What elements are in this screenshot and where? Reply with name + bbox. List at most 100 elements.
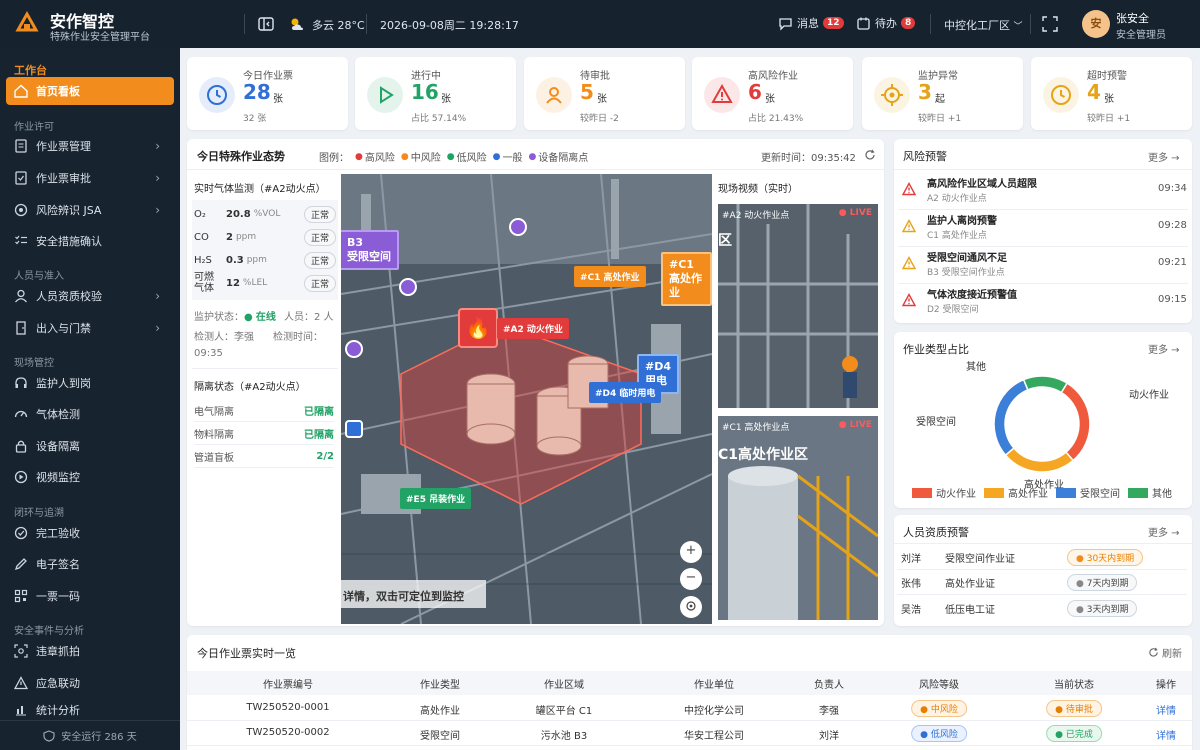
- sidebar-item-jsa[interactable]: 风险辨识 JSA ›: [14, 196, 166, 224]
- sidebar-item-access[interactable]: 出入与门禁 ›: [14, 314, 166, 342]
- sidebar-item-acceptance[interactable]: 完工验收: [14, 519, 166, 547]
- divider: [898, 209, 1188, 210]
- map-tag-d4[interactable]: #D4 临时用电: [589, 382, 662, 403]
- alert-title[interactable]: 受限空间通风不足: [927, 249, 1007, 264]
- divider: [192, 368, 338, 369]
- sidebar-item-signature[interactable]: 电子签名: [14, 550, 166, 578]
- chevron-right-icon: ›: [155, 289, 160, 303]
- messages-label: 消息: [797, 17, 819, 30]
- stat-card[interactable]: 超时预警 4 张较昨日 +1: [1031, 57, 1192, 130]
- uptime-text: 安全运行 286 天: [61, 732, 137, 743]
- message-icon: [779, 17, 792, 31]
- alert-title[interactable]: 高风险作业区域人员超限: [927, 175, 1037, 190]
- sidebar-item-home[interactable]: 首页看板: [6, 77, 174, 105]
- play-icon: [367, 77, 403, 113]
- table-cell: 刘洋: [819, 731, 839, 742]
- general-point-marker[interactable]: [345, 420, 363, 438]
- locate-button[interactable]: [680, 596, 702, 618]
- legend-label: 一般: [502, 153, 523, 164]
- stat-unit: 张: [765, 94, 775, 105]
- refresh-label: 刷新: [1162, 649, 1182, 660]
- isolation-point-marker[interactable]: [399, 278, 417, 296]
- status-pill: ● 待审批: [1046, 700, 1102, 717]
- alert-title[interactable]: 气体浓度接近预警值: [927, 286, 1017, 301]
- todo-icon: [857, 17, 870, 30]
- sidebar-item-safety-confirm[interactable]: 安全措施确认: [14, 227, 166, 255]
- checklist-icon: [15, 235, 27, 245]
- map-tag-c1[interactable]: #C1 高处作业: [574, 266, 646, 287]
- sidebar-item-qrcode[interactable]: 一票一码: [14, 582, 166, 610]
- uptime-footer: 安全运行 286 天: [0, 720, 180, 750]
- type-ratio-more-link[interactable]: 更多 →: [1148, 341, 1180, 356]
- donut-slice: [1022, 375, 1069, 394]
- map-tag-e5[interactable]: #E5 吊装作业: [400, 488, 472, 509]
- video-feed-a2[interactable]: #A2 动火作业点 ● LIVE 区: [718, 204, 878, 408]
- video-feed-c1[interactable]: #C1 高处作业点 ● LIVE C1高处作业区: [718, 416, 878, 620]
- messages-badge: 12: [823, 17, 844, 29]
- avatar[interactable]: 安: [1082, 10, 1110, 38]
- stat-sub: 占比 57.14%: [411, 114, 467, 124]
- live-badge: ● LIVE: [838, 208, 872, 218]
- sidebar-item-guardian[interactable]: 监护人到岗: [14, 369, 166, 397]
- user-name[interactable]: 张安全: [1116, 10, 1149, 26]
- sidebar-item-label: 应急联动: [36, 677, 80, 690]
- status-text: 已完成: [1065, 730, 1093, 740]
- divider: [930, 14, 931, 34]
- chart-icon: [16, 706, 26, 716]
- todo-button[interactable]: 待办 8: [856, 15, 916, 31]
- site-map[interactable]: B3 受限空间 #C1 高处作业 #D4 用电 🔥 #C1 高处作业 #A2 动火作业…: [341, 174, 712, 624]
- live-badge: ● LIVE: [838, 420, 872, 430]
- isolation-point-marker[interactable]: [509, 218, 527, 236]
- table-cell: 华安工程公司: [684, 731, 744, 742]
- warning-icon: [901, 182, 917, 196]
- legend-label: 中风险: [410, 153, 441, 164]
- sidebar-item-gas[interactable]: 气体检测: [14, 400, 166, 428]
- zoom-in-button[interactable]: +: [680, 541, 702, 563]
- brand-subtitle: 特殊作业安全管理平台: [50, 32, 150, 43]
- sidebar-item-ticket-approve[interactable]: 作业票审批 ›: [14, 164, 166, 192]
- sidebar-item-ticket-manage[interactable]: 作业票管理 ›: [14, 132, 166, 160]
- qualification-more-link[interactable]: 更多 →: [1148, 524, 1180, 539]
- check-circle-icon: [14, 526, 28, 540]
- sidebar-item-emergency[interactable]: 应急联动: [14, 669, 166, 697]
- divider: [894, 543, 1192, 544]
- fire-icon[interactable]: 🔥: [458, 308, 498, 348]
- isolation-name: 物料隔离: [194, 430, 234, 441]
- stat-card[interactable]: 待审批 5 张较昨日 -2: [524, 57, 685, 130]
- plant-selector[interactable]: 中控化工厂区 ﹀: [944, 17, 1023, 33]
- zoom-out-button[interactable]: −: [680, 568, 702, 590]
- sidebar-item-isolation[interactable]: 设备隔离: [14, 432, 166, 460]
- gas-status-pill: 正常: [303, 228, 336, 246]
- sidebar-item-label: 视频监控: [36, 471, 80, 484]
- divider: [244, 14, 245, 34]
- sidebar-collapse-icon[interactable]: [258, 16, 274, 32]
- stat-card[interactable]: 进行中 16 张占比 57.14%: [355, 57, 516, 130]
- stat-card[interactable]: 高风险作业 6 张占比 21.43%: [692, 57, 853, 130]
- sidebar-item-statistics[interactable]: 统计分析: [14, 700, 166, 720]
- stat-card[interactable]: 监护异常 3 起较昨日 +1: [862, 57, 1023, 130]
- map-tag-a2[interactable]: #A2 动火作业: [497, 318, 569, 339]
- sidebar-item-qualification[interactable]: 人员资质校验 ›: [14, 282, 166, 310]
- risk-alert-more-link[interactable]: 更多 →: [1148, 149, 1180, 164]
- detail-link[interactable]: 详情: [1156, 702, 1176, 717]
- sidebar-item-video[interactable]: 视频监控: [14, 463, 166, 491]
- messages-button[interactable]: 消息 12: [778, 15, 844, 31]
- gauge-icon: [14, 410, 28, 418]
- door-icon: [16, 321, 26, 335]
- refresh-icon[interactable]: [864, 149, 876, 161]
- chevron-right-icon: ›: [155, 321, 160, 335]
- column-header: 作业票编号: [263, 680, 313, 691]
- qualification-row: 刘洋 受限空间作业证 ● 30天内到期: [897, 546, 1187, 570]
- ticket-refresh-button[interactable]: 刷新: [1148, 645, 1182, 660]
- stat-card[interactable]: 今日作业票 28 张 32 张: [187, 57, 348, 130]
- alert-title[interactable]: 监护人离岗预警: [927, 212, 997, 227]
- column-header: 操作: [1156, 680, 1176, 691]
- monitor-state-value: 在线: [255, 312, 276, 323]
- legend-item: ● 设备隔离点: [528, 149, 588, 165]
- fullscreen-icon[interactable]: [1042, 16, 1058, 32]
- sidebar-item-violation[interactable]: 违章抓拍: [14, 637, 166, 665]
- detail-link[interactable]: 详情: [1156, 727, 1176, 742]
- divider: [898, 283, 1188, 284]
- datetime: 2026-09-08周二 19:28:17: [380, 19, 519, 32]
- isolation-point-marker[interactable]: [345, 340, 363, 358]
